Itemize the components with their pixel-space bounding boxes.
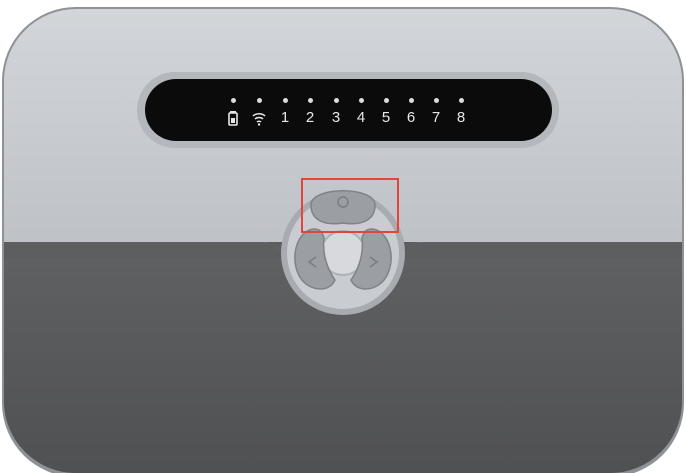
product-image: 1 2 3 4 5 6 7 8: [0, 0, 686, 473]
zone-label-2: 2: [305, 109, 315, 126]
zone-led-1: [282, 98, 288, 103]
zone-led-8: [458, 98, 464, 103]
zone-led-2: [307, 98, 313, 103]
zone-label-5: 5: [381, 109, 391, 126]
irrigation-controller-device: [2, 7, 684, 473]
zone-label-7: 7: [431, 109, 441, 126]
highlight-box: [301, 178, 399, 233]
zone-led-4: [358, 98, 364, 103]
zone-label-3: 3: [331, 109, 341, 126]
zone-label-4: 4: [356, 109, 366, 126]
battery-led: [230, 98, 236, 103]
zone-led-6: [408, 98, 414, 103]
zone-led-3: [333, 98, 339, 103]
wifi-icon: [252, 113, 266, 126]
wifi-led: [256, 98, 262, 103]
zone-led-7: [433, 98, 439, 103]
battery-icon: [228, 111, 238, 126]
right-button[interactable]: [350, 229, 394, 291]
left-button[interactable]: [292, 229, 336, 291]
zone-label-8: 8: [456, 109, 466, 126]
zone-led-5: [383, 98, 389, 103]
display-window: [145, 79, 552, 141]
zone-label-6: 6: [406, 109, 416, 126]
zone-label-1: 1: [280, 109, 290, 126]
